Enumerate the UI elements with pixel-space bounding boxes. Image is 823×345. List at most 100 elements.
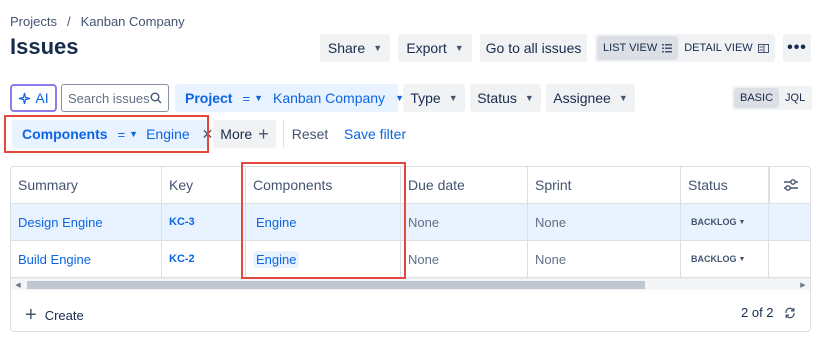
search-icon <box>150 92 162 104</box>
breadcrumb: Projects / Kanban Company <box>10 14 185 29</box>
status-dropdown[interactable]: BACKLOG ▼ <box>688 252 749 266</box>
cell-summary: Design Engine <box>11 204 162 240</box>
chevron-down-icon: ▼ <box>373 43 383 53</box>
save-filter-button[interactable]: Save filter <box>340 120 410 148</box>
operator-symbol: = <box>242 90 251 106</box>
column-header-key[interactable]: Key <box>162 167 246 203</box>
detail-view-icon <box>757 43 769 53</box>
issue-summary-link[interactable]: Build Engine <box>18 252 91 267</box>
status-dropdown[interactable]: BACKLOG ▼ <box>688 215 749 229</box>
more-dots-icon: ••• <box>787 39 807 56</box>
sparkle-icon <box>19 92 31 104</box>
table-row[interactable]: Build Engine KC-2 Engine None None BACKL… <box>11 241 810 278</box>
project-filter[interactable]: Project = ▼ Kanban Company ▼ <box>175 84 404 112</box>
create-label: Create <box>44 307 84 323</box>
cell-due-date[interactable]: None <box>401 241 528 277</box>
issue-key-link[interactable]: KC-3 <box>169 216 195 228</box>
column-header-components[interactable]: Components <box>246 167 401 203</box>
share-label: Share <box>327 40 366 56</box>
go-to-all-issues-button[interactable]: Go to all issues <box>480 34 587 62</box>
horizontal-scrollbar[interactable]: ◀ ▶ <box>11 278 810 291</box>
cell-sprint[interactable]: None <box>528 204 681 240</box>
table-row[interactable]: Design Engine KC-3 Engine None None BACK… <box>11 204 810 241</box>
chevron-down-icon: ▼ <box>524 93 534 103</box>
cell-key: KC-3 <box>162 204 246 240</box>
close-icon[interactable]: ✕ <box>202 126 214 143</box>
column-header-status[interactable]: Status <box>681 167 769 203</box>
create-issue-button[interactable]: + Create <box>25 305 84 325</box>
chevron-down-icon: ▼ <box>738 255 746 263</box>
refresh-icon[interactable] <box>784 307 796 319</box>
chevron-down-icon: ▼ <box>129 129 139 139</box>
filter-divider <box>283 120 284 148</box>
component-chip[interactable]: Engine <box>253 213 300 231</box>
cell-status: BACKLOG ▼ <box>681 241 769 277</box>
cell-components: Engine <box>246 204 401 240</box>
detail-view-toggle[interactable]: DETAIL VIEW <box>678 36 774 60</box>
export-label: Export <box>406 40 447 56</box>
breadcrumb-projects[interactable]: Projects <box>10 14 57 29</box>
sliders-icon <box>784 179 798 191</box>
cell-sprint[interactable]: None <box>528 241 681 277</box>
assignee-filter[interactable]: Assignee ▼ <box>546 84 635 112</box>
more-filters-button[interactable]: More + <box>213 120 276 148</box>
breadcrumb-separator: / <box>66 14 71 29</box>
chevron-down-icon: ▼ <box>618 93 628 103</box>
share-button[interactable]: Share ▼ <box>320 34 390 62</box>
list-icon <box>662 43 673 52</box>
column-header-summary[interactable]: Summary <box>11 167 162 203</box>
breadcrumb-project[interactable]: Kanban Company <box>81 14 185 29</box>
components-filter[interactable]: Components = ▼ Engine ✕ <box>12 120 213 148</box>
chevron-down-icon: ▼ <box>448 93 458 103</box>
more-filters-label: More <box>220 126 253 142</box>
issue-key-link[interactable]: KC-2 <box>169 253 195 265</box>
column-settings-button[interactable] <box>769 167 810 203</box>
jql-mode-toggle[interactable]: JQL <box>779 88 811 108</box>
export-button[interactable]: Export ▼ <box>398 34 472 62</box>
scroll-left-icon[interactable]: ◀ <box>12 279 24 291</box>
list-view-toggle[interactable]: LIST VIEW <box>597 36 679 60</box>
status-filter[interactable]: Status ▼ <box>470 84 541 112</box>
column-header-sprint[interactable]: Sprint <box>528 167 681 203</box>
issues-table: Summary Key Components Due date Sprint S… <box>10 166 811 332</box>
result-count: 2 of 2 <box>741 305 796 320</box>
issue-summary-link[interactable]: Design Engine <box>18 215 103 230</box>
search-mode-switcher: BASIC JQL <box>732 86 812 110</box>
view-switcher: LIST VIEW DETAIL VIEW <box>595 34 775 62</box>
plus-icon: + <box>25 304 37 326</box>
project-filter-value: Kanban Company <box>272 90 386 106</box>
scrollbar-thumb[interactable] <box>27 281 645 289</box>
type-filter-label: Type <box>410 90 441 106</box>
reset-button[interactable]: Reset <box>288 120 332 148</box>
cell-summary: Build Engine <box>11 241 162 277</box>
component-chip[interactable]: Engine <box>253 250 300 268</box>
table-header: Summary Key Components Due date Sprint S… <box>11 167 810 204</box>
status-filter-label: Status <box>477 90 517 106</box>
cell-status: BACKLOG ▼ <box>681 204 769 240</box>
assignee-filter-label: Assignee <box>553 90 611 106</box>
components-operator[interactable]: = ▼ <box>118 127 139 142</box>
search-placeholder: Search issues <box>68 90 150 106</box>
plus-icon: + <box>258 124 269 144</box>
status-label: BACKLOG <box>691 217 737 227</box>
ai-button[interactable]: AI <box>10 84 57 112</box>
chevron-down-icon: ▼ <box>454 43 464 53</box>
column-header-due-date[interactable]: Due date <box>401 167 528 203</box>
result-count-label: 2 of 2 <box>741 305 774 320</box>
cell-components: Engine <box>246 241 401 277</box>
chevron-down-icon: ▼ <box>254 93 263 103</box>
scroll-right-icon[interactable]: ▶ <box>797 279 809 291</box>
basic-mode-toggle[interactable]: BASIC <box>734 88 780 108</box>
operator-symbol: = <box>117 126 126 142</box>
project-filter-label: Project <box>185 90 233 106</box>
project-operator[interactable]: = ▼ <box>242 91 263 106</box>
cell-due-date[interactable]: None <box>401 204 528 240</box>
search-input[interactable]: Search issues <box>61 84 169 112</box>
chevron-down-icon: ▼ <box>738 218 746 226</box>
type-filter[interactable]: Type ▼ <box>403 84 465 112</box>
components-filter-value: Engine <box>146 126 190 142</box>
cell-key: KC-2 <box>162 241 246 277</box>
status-label: BACKLOG <box>691 254 737 264</box>
page-title: Issues <box>10 34 79 59</box>
more-actions-button[interactable]: ••• <box>783 34 811 62</box>
